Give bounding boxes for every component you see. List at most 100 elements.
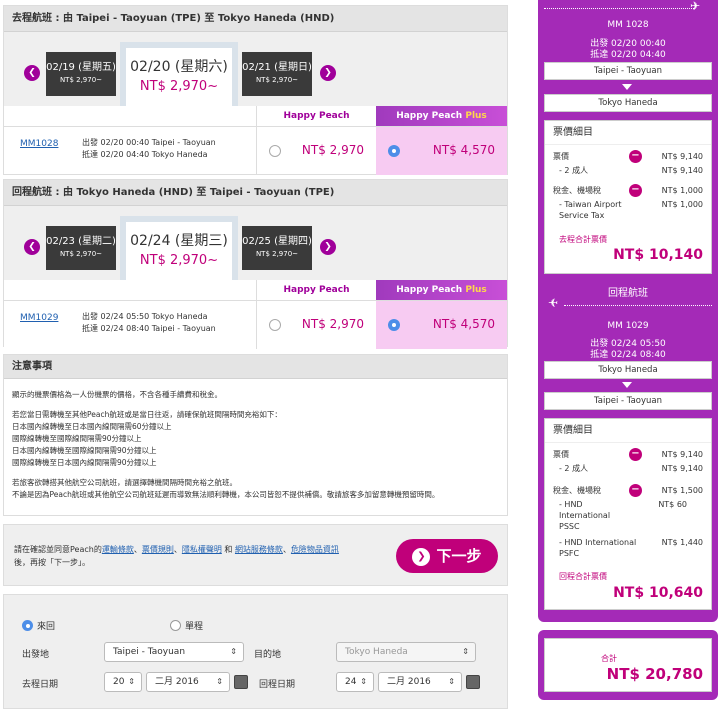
flight-times: 出發 02/20 00:40 Taipei - Taoyuan 抵達 02/20… [82,137,216,161]
next-label: 下一步 [436,547,482,565]
date-label: 02/24 (星期三) [130,233,228,249]
privacy-link[interactable]: 隱私權聲明 [182,545,222,554]
date-price: NT$ 2,970~ [255,250,299,258]
basic-fare-radio[interactable] [269,319,281,331]
basic-fare-radio[interactable] [269,145,281,157]
calendar-icon[interactable] [466,675,480,689]
fare-label: 票價 [553,450,569,459]
sep: 、 [282,545,291,554]
outbound-next-date-tab[interactable]: 02/21 (星期日) NT$ 2,970~ [242,52,312,96]
tax-item-value: NT$ 1,440 [661,538,703,547]
out-arrival: 抵達 02/20 04:40 [590,50,666,60]
next-date-arrow-icon[interactable]: ❯ [320,65,336,81]
oneway-radio[interactable] [170,620,181,631]
minus-icon[interactable]: − [629,150,642,163]
outbound-fare-grid: Happy Peach Happy Peach Plus MM1028 出發 0… [4,106,507,175]
airplane-icon: ✈ [690,0,701,13]
site-terms-link[interactable]: 網站服務條款 [235,545,283,554]
prev-date-arrow-icon[interactable]: ❮ [24,65,40,81]
dep-month-select[interactable]: 二月 2016 ⇕ [146,672,230,692]
tax-item: - HND International PSFC [559,538,637,558]
date-label: 02/19 (星期五) [46,62,116,73]
basic-fare-cell[interactable]: NT$ 2,970 [256,127,376,175]
ret-fare-box: 票價細目 票價 − NT$ 9,140 - 2 成人 NT$ 9,140 稅金、… [544,418,712,610]
inbound-date-bar: ❮ 02/23 (星期二) NT$ 2,970~ 02/24 (星期三) NT$… [4,206,507,280]
next-button[interactable]: ❯ 下一步 [396,539,498,573]
pax-label: - 2 成人 [559,166,589,175]
fare-total: NT$ 9,140 [661,450,703,459]
inbound-fare-grid: Happy Peach Happy Peach Plus MM1029 出發 0… [4,280,507,349]
plus-fare-radio[interactable] [388,145,400,157]
fare-rules-link[interactable]: 票價規則 [142,545,174,554]
select-caret-icon: ⇕ [448,677,455,686]
date-label: 02/23 (星期二) [46,236,116,247]
roundtrip-radio[interactable] [22,620,33,631]
ret-arrival: 抵達 02/24 08:40 [590,350,666,360]
date-label: 02/25 (星期四) [242,236,312,247]
plus-fare-price: NT$ 4,570 [432,143,495,157]
fare-label: 票價 [553,152,569,161]
out-total: NT$ 10,140 [613,247,703,263]
arrival-line: 抵達 02/20 04:40 Tokyo Haneda [82,150,208,159]
tax-item: - HND International PSSC [559,500,611,531]
outbound-selected-date-tab[interactable]: 02/20 (星期六) NT$ 2,970~ [120,42,238,106]
inbound-next-date-tab[interactable]: 02/25 (星期四) NT$ 2,970~ [242,226,312,270]
note-line: 不論是因為Peach航班或其他航空公司航班延遲而導致無法順利轉機，本公司皆恕不提… [12,490,440,499]
select-caret-icon: ⇕ [128,677,135,686]
calendar-icon[interactable] [234,675,248,689]
ret-month-select[interactable]: 二月 2016 ⇕ [378,672,462,692]
out-destination: Tokyo Haneda [544,94,712,112]
tax-item-value: NT$ 1,000 [661,200,703,209]
minus-icon[interactable]: − [629,484,642,497]
dep-day-select[interactable]: 20 ⇕ [104,672,142,692]
down-arrow-icon [622,84,632,90]
outbound-header: 去程航班 : 由 Taipei - Taoyuan (TPE) 至 Tokyo … [4,6,507,32]
out-flight-number: MM 1028 [607,20,649,30]
from-select[interactable]: Taipei - Taoyuan ⇕ [104,642,244,662]
next-date-arrow-icon[interactable]: ❯ [320,239,336,255]
return-title: 回程航班 [608,288,648,299]
inbound-prev-date-tab[interactable]: 02/23 (星期二) NT$ 2,970~ [46,226,116,270]
sep: 、 [173,545,182,554]
date-label: 02/21 (星期日) [242,62,312,73]
flight-times: 出發 02/24 05:50 Tokyo Haneda 抵達 02/24 08:… [82,311,216,335]
date-price: NT$ 2,970~ [139,253,219,268]
ret-day-select[interactable]: 24 ⇕ [336,672,374,692]
dangerous-goods-link[interactable]: 危險物品資訊 [291,545,339,554]
basic-fare-cell[interactable]: NT$ 2,970 [256,301,376,349]
grand-total: NT$ 20,780 [606,665,703,683]
plus-fare-radio[interactable] [388,319,400,331]
flight-number-link[interactable]: MM1029 [20,313,58,323]
terms-post: 後，再按「下一步」。 [14,558,90,567]
basic-fare-price: NT$ 2,970 [301,143,364,157]
flight-number-link[interactable]: MM1028 [20,139,58,149]
main-content: 去程航班 : 由 Taipei - Taoyuan (TPE) 至 Tokyo … [0,0,511,709]
to-select[interactable]: Tokyo Haneda ⇕ [336,642,476,662]
note-line: 日本國內線轉機至日本國內線間隔需60分鐘以上 [12,422,172,431]
prev-date-arrow-icon[interactable]: ❮ [24,239,40,255]
from-label: 出發地 [22,650,50,660]
ret-destination: Taipei - Taoyuan [544,392,712,410]
fare-title: 票價細目 [545,121,711,145]
inbound-selected-date-tab[interactable]: 02/24 (星期三) NT$ 2,970~ [120,216,238,280]
ret-date-label: 回程日期 [259,680,296,690]
date-price: NT$ 2,970~ [59,76,103,84]
plus-fare-cell[interactable]: NT$ 4,570 [376,301,507,349]
carriage-terms-link[interactable]: 運輸條款 [102,545,134,554]
happy-peach-header: Happy Peach [256,106,376,126]
roundtrip-label: 來回 [37,622,56,632]
outbound-prev-date-tab[interactable]: 02/19 (星期五) NT$ 2,970~ [46,52,116,96]
tax-total: NT$ 1,000 [661,186,703,195]
outbound-flight-row: MM1028 出發 02/20 00:40 Taipei - Taoyuan 抵… [4,126,507,175]
minus-icon[interactable]: − [629,448,642,461]
plus-fare-cell[interactable]: NT$ 4,570 [376,127,507,175]
note-line: 日本國內線轉機至國際線間隔需90分鐘以上 [12,446,157,455]
minus-icon[interactable]: − [629,184,642,197]
arrival-line: 抵達 02/24 08:40 Taipei - Taoyuan [82,324,216,333]
select-caret-icon: ⇕ [360,677,367,686]
ret-month: 二月 2016 [387,677,431,687]
dep-date-label: 去程日期 [22,680,59,690]
grand-total-label: 合計 [601,654,617,663]
terms-pre: 請在確認並同意Peach的 [14,545,102,554]
flight-path-line [564,305,712,306]
